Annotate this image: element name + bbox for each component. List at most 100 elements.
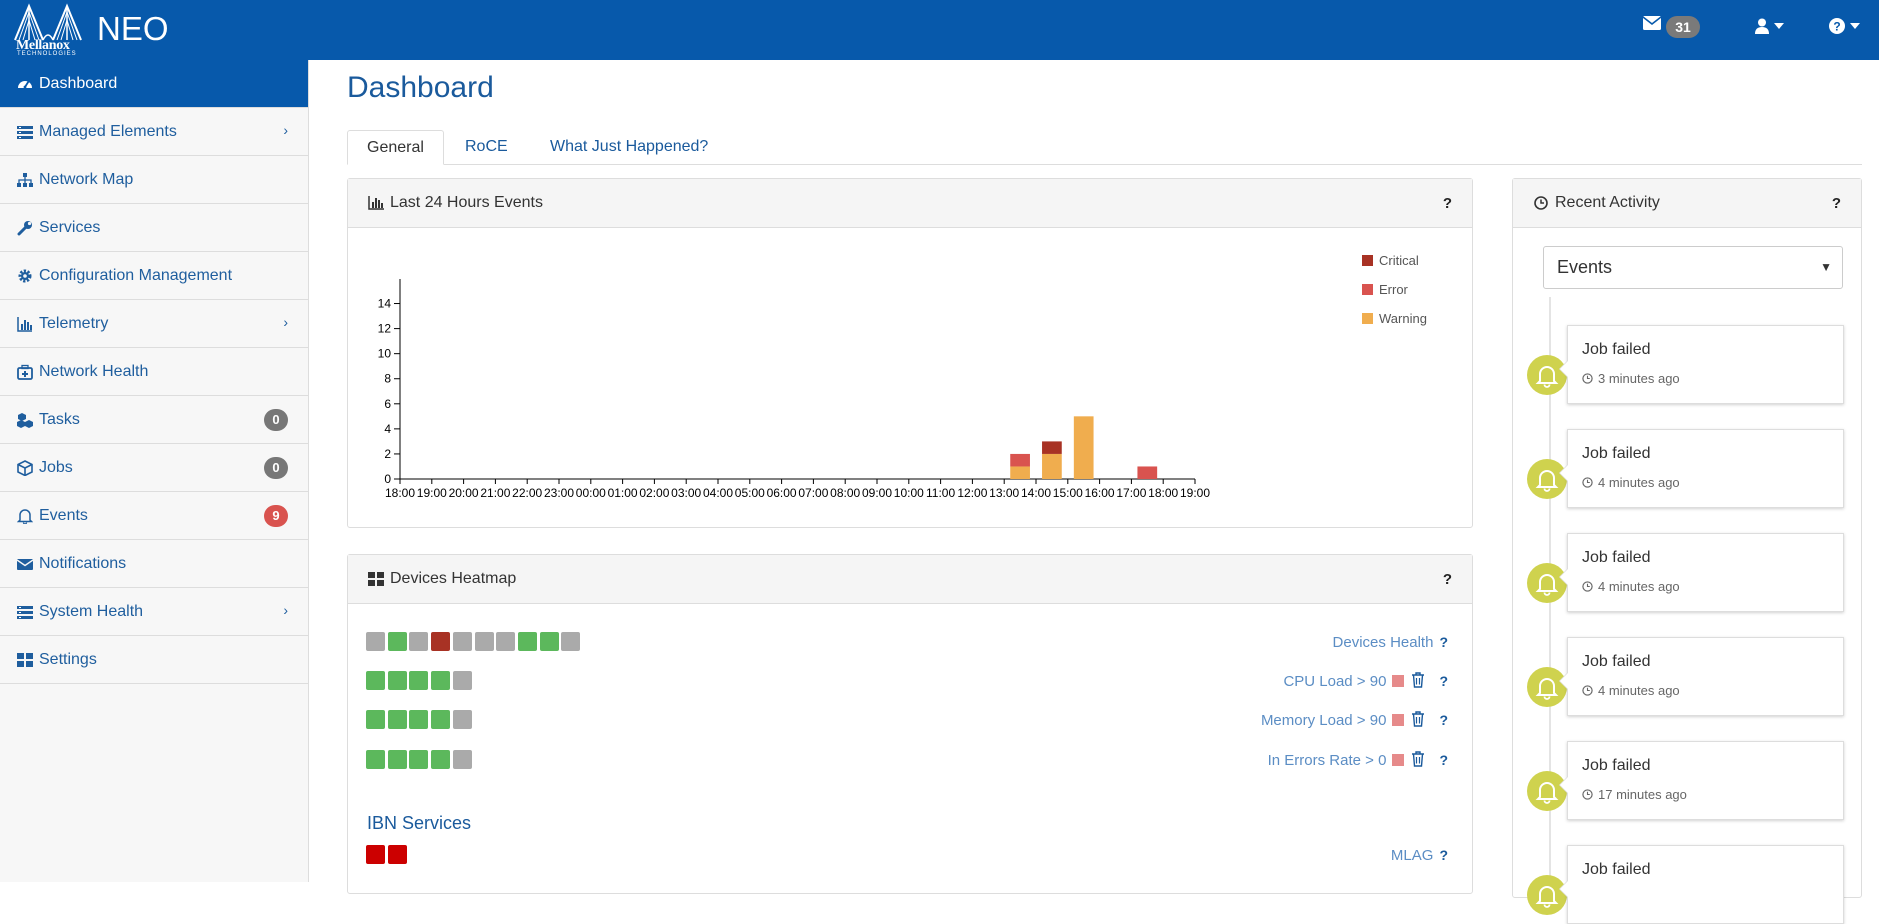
sidebar-item-tasks[interactable]: Tasks 0 <box>0 396 308 444</box>
cube-icon <box>17 459 33 476</box>
activity-item[interactable]: Job failed <box>1559 845 1844 924</box>
heatmap-cell[interactable] <box>431 750 451 769</box>
heatmap-cell[interactable] <box>366 671 385 690</box>
activity-item[interactable]: Job failed 4 minutes ago <box>1559 429 1844 508</box>
chevron-right-icon: › <box>283 122 288 138</box>
heatmap-cell[interactable] <box>387 710 407 729</box>
sidebar-item-network-map[interactable]: Network Map <box>0 156 308 204</box>
events-help-button[interactable]: ? <box>1443 195 1452 212</box>
memory-load-help-button[interactable]: ? <box>1439 712 1448 728</box>
cpu-load-help-button[interactable]: ? <box>1439 673 1448 689</box>
sidebar-item-label: Notifications <box>39 554 127 572</box>
tab-what-just-happened[interactable]: What Just Happened? <box>531 130 727 165</box>
heatmap-cell[interactable] <box>387 750 407 769</box>
heatmap-cell[interactable] <box>452 750 472 769</box>
heatmap-cell[interactable] <box>409 750 429 769</box>
activity-item-time-text: 4 minutes ago <box>1598 683 1680 698</box>
sidebar-item-events[interactable]: Events 9 <box>0 492 308 540</box>
heatmap-row-label[interactable]: CPU Load > 90 <box>1283 673 1386 690</box>
x-tick-label: 04:00 <box>703 486 733 500</box>
sidebar-item-dashboard[interactable]: Dashboard <box>0 60 308 108</box>
heatmap-cell[interactable] <box>431 632 451 651</box>
activity-item-time-text: 17 minutes ago <box>1598 787 1687 802</box>
heatmap-row-label[interactable]: Devices Health <box>1333 634 1434 651</box>
wrench-icon <box>17 220 32 235</box>
heatmap-cell[interactable] <box>366 710 385 729</box>
heatmap-cell[interactable] <box>409 710 429 729</box>
sidebar-item-configuration-management[interactable]: Configuration Management <box>0 252 308 300</box>
heatmap-cell[interactable] <box>409 671 429 690</box>
activity-item[interactable]: Job failed 17 minutes ago <box>1559 741 1844 820</box>
in-errors-rate-help-button[interactable]: ? <box>1439 752 1448 768</box>
clock-icon <box>1534 196 1548 210</box>
messages-count-badge[interactable]: 31 <box>1666 16 1700 38</box>
heatmap-cell[interactable] <box>452 671 472 690</box>
sidebar-item-managed-elements[interactable]: Managed Elements › <box>0 108 308 156</box>
user-menu-button[interactable] <box>1755 17 1784 35</box>
activity-help-button[interactable]: ? <box>1832 195 1841 212</box>
x-tick-label: 20:00 <box>449 486 479 500</box>
heatmap-cell[interactable] <box>366 632 385 651</box>
legend-label: Error <box>1379 282 1408 297</box>
threshold-swatch <box>1392 754 1405 766</box>
heatmap-cell[interactable] <box>452 632 472 651</box>
sidebar-item-telemetry[interactable]: Telemetry › <box>0 300 308 348</box>
ibn-cell[interactable] <box>366 845 385 864</box>
heatmap-row-label[interactable]: MLAG <box>1391 847 1434 864</box>
page-title: Dashboard <box>347 71 494 104</box>
sidebar-item-services[interactable]: Services <box>0 204 308 252</box>
x-tick-label: 01:00 <box>608 486 638 500</box>
heatmap-cell[interactable] <box>474 632 494 651</box>
mlag-help-button[interactable]: ? <box>1439 847 1448 863</box>
activity-type-select[interactable]: Events ▼ <box>1543 246 1843 289</box>
sidebar-item-settings[interactable]: Settings <box>0 636 308 684</box>
heatmap-cell[interactable] <box>366 750 385 769</box>
messages-button[interactable] <box>1642 16 1662 35</box>
activity-panel-title: Recent Activity <box>1555 194 1660 211</box>
legend-item-error: Error <box>1362 282 1427 311</box>
clock-icon <box>1582 685 1593 696</box>
heatmap-cell[interactable] <box>387 632 407 651</box>
x-tick-label: 22:00 <box>512 486 542 500</box>
app-name: NEO <box>97 10 169 47</box>
gear-icon <box>18 269 32 282</box>
heatmap-cell[interactable] <box>452 710 472 729</box>
heatmap-cell[interactable] <box>517 632 537 651</box>
sidebar-item-notifications[interactable]: Notifications <box>0 540 308 588</box>
x-tick-label: 10:00 <box>894 486 924 500</box>
sidebar-item-jobs[interactable]: Jobs 0 <box>0 444 308 492</box>
sidebar-item-system-health[interactable]: System Health › <box>0 588 308 636</box>
trash-icon[interactable] <box>1411 711 1425 727</box>
heatmap-cell[interactable] <box>496 632 516 651</box>
activity-item-time: 3 minutes ago <box>1582 371 1680 386</box>
dashboard-tabs: General RoCE What Just Happened? <box>347 130 1862 165</box>
heatmap-cell[interactable] <box>431 671 451 690</box>
heatmap-cell[interactable] <box>387 671 407 690</box>
heatmap-cell[interactable] <box>409 632 429 651</box>
devices-heatmap-panel: Devices Heatmap ? Devices Health? CPU Lo… <box>347 554 1473 894</box>
sidebar-item-network-health[interactable]: Network Health <box>0 348 308 396</box>
heatmap-help-button[interactable]: ? <box>1443 571 1452 588</box>
ibn-cell[interactable] <box>387 845 407 864</box>
activity-item[interactable]: Job failed 4 minutes ago <box>1559 637 1844 716</box>
tab-roce[interactable]: RoCE <box>446 130 527 165</box>
tab-general[interactable]: General <box>347 130 444 165</box>
y-tick-label: 12 <box>378 322 392 336</box>
heatmap-cell[interactable] <box>431 710 451 729</box>
help-menu-button[interactable]: ? <box>1829 17 1860 35</box>
tasks-count-badge: 0 <box>264 409 288 431</box>
heatmap-cell[interactable] <box>561 632 581 651</box>
trash-icon[interactable] <box>1411 751 1425 767</box>
y-tick-label: 6 <box>384 397 391 411</box>
heatmap-row-label[interactable]: In Errors Rate > 0 <box>1268 752 1387 769</box>
clock-icon <box>1582 373 1593 384</box>
devices-health-help-button[interactable]: ? <box>1439 634 1448 650</box>
mellanox-logo[interactable]: Mellanox TECHNOLOGIES <box>13 2 85 58</box>
heatmap-cell[interactable] <box>539 632 559 651</box>
activity-item[interactable]: Job failed 3 minutes ago <box>1559 325 1844 404</box>
activity-item[interactable]: Job failed 4 minutes ago <box>1559 533 1844 612</box>
trash-icon[interactable] <box>1411 672 1425 688</box>
x-tick-label: 09:00 <box>862 486 892 500</box>
heatmap-row-label[interactable]: Memory Load > 90 <box>1261 712 1387 729</box>
envelope-icon <box>17 558 33 570</box>
